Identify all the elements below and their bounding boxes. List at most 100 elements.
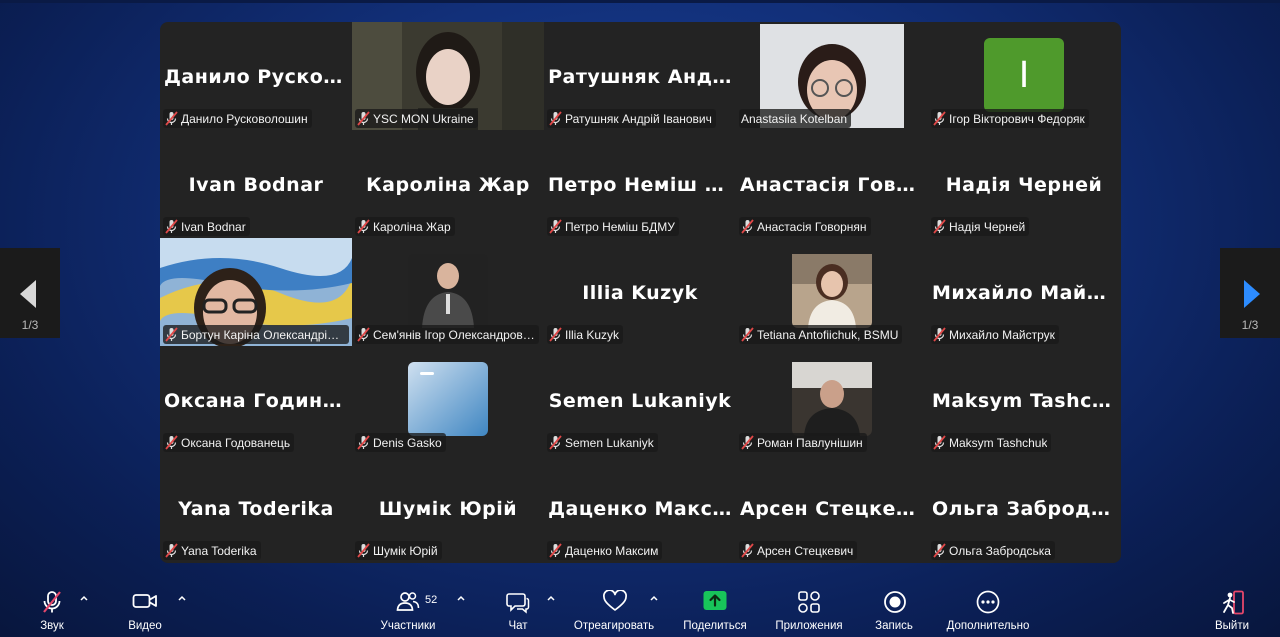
mic-muted-icon xyxy=(741,435,754,450)
audio-button[interactable]: Звук xyxy=(28,578,76,637)
chevron-right-icon xyxy=(1244,280,1260,308)
participant-name-label: Данило Русковолошин xyxy=(163,109,312,128)
mic-muted-icon xyxy=(165,543,178,558)
participant-tile-video[interactable]: YSC MON Ukraine xyxy=(352,22,544,130)
mic-muted-icon xyxy=(357,327,370,342)
video-button[interactable]: Видео xyxy=(121,578,169,637)
audio-options-chevron-up-icon[interactable] xyxy=(78,592,90,604)
participant-name-label: Шумік Юрій xyxy=(355,541,442,560)
more-button[interactable]: Дополнительно xyxy=(938,578,1038,637)
mic-muted-icon xyxy=(741,327,754,342)
mic-muted-icon xyxy=(933,435,946,450)
participant-tile[interactable]: Ivan Bodnar Ivan Bodnar xyxy=(160,130,352,238)
mic-muted-icon xyxy=(165,219,178,234)
participant-name-label: Maksym Tashchuk xyxy=(931,433,1052,452)
participant-name-label: Роман Павлунішин xyxy=(739,433,867,452)
mic-muted-icon xyxy=(933,327,946,342)
apps-label: Приложения xyxy=(775,620,843,632)
participant-tile[interactable]: Анастасія Гово… Анастасія Говорнян xyxy=(736,130,928,238)
participant-name-label: Анастасія Говорнян xyxy=(739,217,871,236)
participant-name-large: Даценко Макс… xyxy=(548,498,732,520)
react-button[interactable]: Отреагировать xyxy=(565,578,663,637)
avatar xyxy=(792,254,872,328)
mic-muted-icon xyxy=(549,219,562,234)
participant-tile[interactable]: Tetiana Antofiichuk, BSMU xyxy=(736,238,928,346)
participant-tile[interactable]: Данило Русков… Данило Русковолошин xyxy=(160,22,352,130)
react-options-chevron-up-icon[interactable] xyxy=(648,592,660,604)
participant-tile-video[interactable]: Бортун Каріна Олександрів… xyxy=(160,238,352,346)
mic-muted-icon xyxy=(165,111,178,126)
mic-muted-icon xyxy=(933,111,946,126)
participant-tile[interactable]: Illia Kuzyk Illia Kuzyk xyxy=(544,238,736,346)
participant-tile[interactable]: Yana Toderika Yana Toderika xyxy=(160,454,352,562)
mic-muted-icon xyxy=(357,219,370,234)
video-gallery: Данило Русков… Данило Русковолошин YSC M… xyxy=(160,22,1121,563)
share-label: Поделиться xyxy=(683,620,747,632)
mic-muted-icon xyxy=(741,219,754,234)
apps-button[interactable]: Приложения xyxy=(768,578,850,637)
participant-tile[interactable]: Даценко Макс… Даценко Максим xyxy=(544,454,736,562)
participant-name-large: Петро Неміш Б… xyxy=(548,174,732,196)
share-screen-icon xyxy=(703,591,727,610)
participant-tile[interactable]: Maksym Tashch… Maksym Tashchuk xyxy=(928,346,1120,454)
share-screen-button[interactable]: Поделиться xyxy=(677,578,753,637)
participant-tile[interactable]: Надія Черней Надія Черней xyxy=(928,130,1120,238)
participant-name-large: Михайло Майс… xyxy=(932,282,1116,304)
participant-tile[interactable]: Semen Lukaniyk Semen Lukaniyk xyxy=(544,346,736,454)
participant-tile[interactable]: Михайло Майс… Михайло Майструк xyxy=(928,238,1120,346)
participants-button[interactable]: Участники xyxy=(372,578,444,637)
avatar xyxy=(408,362,488,436)
participants-icon xyxy=(396,592,420,611)
participant-tile[interactable]: Кароліна Жар Кароліна Жар xyxy=(352,130,544,238)
participant-name-large: Ратушняк Анд… xyxy=(548,66,732,88)
participant-name-label: Надія Черней xyxy=(931,217,1030,236)
chat-button[interactable]: Чат xyxy=(498,578,538,637)
leave-icon xyxy=(1223,590,1244,615)
record-icon xyxy=(884,591,906,613)
participant-name-label: Yana Toderika xyxy=(163,541,261,560)
window-top-edge xyxy=(0,0,1280,3)
participant-name-label: Петро Неміш БДМУ xyxy=(547,217,679,236)
mic-muted-icon xyxy=(165,327,178,342)
participant-tile[interactable]: Ольга Забродс… Ольга Забродська xyxy=(928,454,1120,562)
next-page-button[interactable]: 1/3 xyxy=(1220,248,1280,338)
participant-name-label: Ольга Забродська xyxy=(931,541,1055,560)
react-label: Отреагировать xyxy=(573,620,655,632)
more-icon xyxy=(976,590,1000,614)
chevron-left-icon xyxy=(20,280,36,308)
record-button[interactable]: Запись xyxy=(870,578,918,637)
participant-name-large: Ольга Забродс… xyxy=(932,498,1116,520)
chat-label: Чат xyxy=(508,620,528,632)
video-label: Видео xyxy=(128,620,162,632)
page-indicator-right: 1/3 xyxy=(1241,318,1259,332)
participant-name-label: Semen Lukaniyk xyxy=(547,433,658,452)
participant-tile-active-speaker[interactable]: Anastasiia Kotelban xyxy=(736,22,928,130)
participant-name-label: Denis Gasko xyxy=(355,433,446,452)
participant-tile[interactable]: Роман Павлунішин xyxy=(736,346,928,454)
participant-name-large: Надія Черней xyxy=(945,174,1103,196)
participant-tile[interactable]: Ратушняк Анд… Ратушняк Андрій Іванович xyxy=(544,22,736,130)
leave-button[interactable]: Выйти xyxy=(1208,578,1256,637)
participant-tile[interactable]: І Ігор Вікторович Федоряк xyxy=(928,22,1120,130)
participant-tile[interactable]: Denis Gasko xyxy=(352,346,544,454)
leave-label: Выйти xyxy=(1214,620,1250,632)
chat-options-chevron-up-icon[interactable] xyxy=(545,592,557,604)
participant-tile[interactable]: Сем'янів Ігор Олександров… xyxy=(352,238,544,346)
participant-tile[interactable]: Шумік Юрій Шумік Юрій xyxy=(352,454,544,562)
participants-options-chevron-up-icon[interactable] xyxy=(455,592,467,604)
participant-tile[interactable]: Оксана Година… Оксана Годованець xyxy=(160,346,352,454)
participant-tile[interactable]: Арсен Стецкевич Арсен Стецкевич xyxy=(736,454,928,562)
mic-muted-icon xyxy=(933,543,946,558)
participant-tile[interactable]: Петро Неміш Б… Петро Неміш БДМУ xyxy=(544,130,736,238)
participant-name-large: Кароліна Жар xyxy=(366,174,530,196)
avatar xyxy=(792,362,872,436)
avatar xyxy=(408,254,488,328)
participant-name-large: Шумік Юрій xyxy=(378,498,518,520)
prev-page-button[interactable]: 1/3 xyxy=(0,248,60,338)
video-options-chevron-up-icon[interactable] xyxy=(176,592,188,604)
participant-name-large: Illia Kuzyk xyxy=(582,282,698,304)
participant-name-label: Даценко Максим xyxy=(547,541,663,560)
participant-name-label: Illia Kuzyk xyxy=(547,325,624,344)
participant-name-label: Anastasiia Kotelban xyxy=(739,109,852,128)
participant-name-label: YSC MON Ukraine xyxy=(355,109,478,128)
